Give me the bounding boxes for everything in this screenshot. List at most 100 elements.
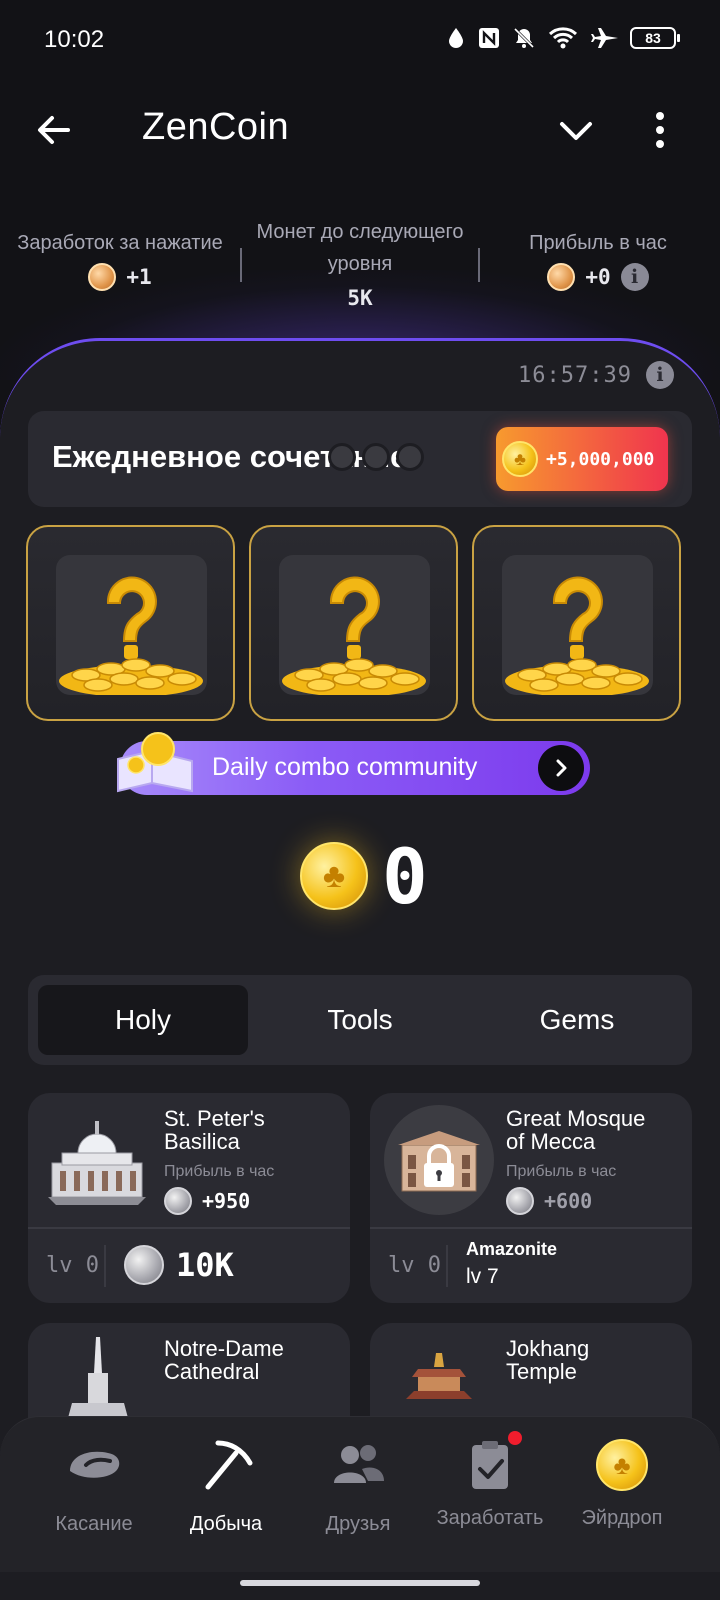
nav-label: Эйрдроп <box>581 1507 663 1529</box>
next-level-label: Монет до следующего <box>256 221 464 243</box>
requirement-name: Amazonite <box>466 1239 558 1259</box>
item-profit-value: +950 <box>202 1189 251 1213</box>
nav-label: Добыча <box>189 1513 263 1535</box>
question-coins-icon <box>505 576 649 695</box>
hourly-profit-stat: Прибыль в час +0 i <box>478 232 718 291</box>
nav-item-earn[interactable]: Заработать <box>424 1431 556 1530</box>
mystery-card[interactable] <box>26 525 235 721</box>
nav-item-tap[interactable]: Касание <box>28 1435 160 1536</box>
combo-timer: 16:57:39 <box>518 362 632 388</box>
divider <box>104 1245 106 1287</box>
divider <box>446 1245 448 1287</box>
info-icon[interactable]: i <box>646 361 674 389</box>
coin-icon <box>88 263 117 291</box>
gold-coin-icon: ♣ <box>596 1439 648 1491</box>
next-level-value: 5K <box>347 286 373 310</box>
nav-label: Заработать <box>436 1507 544 1529</box>
item-name: Notre-Dame Cathedral <box>164 1336 284 1384</box>
airplane-icon <box>591 28 618 48</box>
home-indicator[interactable] <box>240 1580 480 1586</box>
item-profit: +600 <box>506 1187 592 1215</box>
data-saver-icon <box>449 28 463 48</box>
nav-item-mine[interactable]: Добыча <box>160 1435 292 1536</box>
wifi-icon <box>548 27 578 49</box>
combo-progress-dots <box>328 443 424 471</box>
tab-holy[interactable]: Holy <box>38 985 248 1055</box>
item-name: Great Mosque of Mecca <box>506 1106 646 1154</box>
mystery-card[interactable] <box>249 525 458 721</box>
mystery-card-image <box>502 555 653 695</box>
gold-coin-icon: ♣ <box>502 441 538 477</box>
status-bar: 10:02 83 <box>0 0 720 80</box>
item-name: Jokhang Temple <box>506 1336 590 1384</box>
mystery-card[interactable] <box>472 525 681 721</box>
more-options-icon[interactable] <box>652 110 668 150</box>
tap-icon <box>70 1451 120 1478</box>
hourly-profit-value: +0 <box>585 265 611 289</box>
tap-earnings-value: +1 <box>126 265 152 289</box>
item-name: St. Peter's Basilica <box>164 1106 265 1154</box>
daily-combo-bar: Ежедневное сочетание ♣ +5,000,000 <box>28 411 692 507</box>
silver-coin-icon <box>164 1187 192 1215</box>
mystery-card-image <box>56 555 207 695</box>
daily-combo-community-button[interactable]: Daily combo community <box>117 732 590 795</box>
item-profit-label: Прибыль в час <box>164 1163 275 1180</box>
tab-tools[interactable]: Tools <box>255 985 465 1055</box>
item-level: lv 0 <box>46 1253 99 1278</box>
status-icons: 83 <box>446 26 680 50</box>
bottom-nav: Касание Добыча Друзья Заработать ♣ Эйрдр… <box>0 1416 720 1572</box>
coin-icon <box>547 263 576 291</box>
nav-item-airdrop[interactable]: ♣ Эйрдроп <box>556 1435 688 1530</box>
info-icon[interactable]: i <box>620 263 649 291</box>
next-level-label-2: уровня <box>327 253 393 275</box>
next-level-stat: Монет до следующего уровня 5K <box>240 216 480 314</box>
stats-row: Заработок за нажатие +1 Монет до следующ… <box>0 210 720 330</box>
item-level: lv 0 <box>388 1253 441 1278</box>
battery-icon: 83 <box>630 27 680 49</box>
item-price-value: 10K <box>176 1246 234 1284</box>
question-coins-icon <box>59 576 203 695</box>
back-button[interactable] <box>34 110 74 150</box>
upgrade-card-great-mosque[interactable]: Great Mosque of Mecca Прибыль в час +600 … <box>370 1093 692 1303</box>
friends-icon <box>334 1445 384 1483</box>
status-time: 10:02 <box>44 26 105 53</box>
pickaxe-icon <box>205 1440 253 1490</box>
main-panel: 16:57:39 i Ежедневное сочетание ♣ +5,000… <box>0 338 720 1600</box>
requirement-level: lv 7 <box>466 1265 499 1288</box>
combo-reward-value: +5,000,000 <box>546 448 655 470</box>
combo-dot <box>362 443 390 471</box>
tab-gems[interactable]: Gems <box>472 985 682 1055</box>
nfc-icon <box>479 28 499 48</box>
hourly-profit-label: Прибыль в час <box>529 232 667 254</box>
item-profit-label: Прибыль в час <box>506 1163 617 1180</box>
silver-coin-icon <box>124 1245 164 1285</box>
book-coin-icon <box>117 732 193 793</box>
category-tabs: Holy Tools Gems <box>28 975 692 1065</box>
tasks-icon <box>460 1431 522 1495</box>
nav-label: Друзья <box>325 1513 391 1535</box>
combo-dot <box>396 443 424 471</box>
combo-dot <box>328 443 356 471</box>
balance: ♣ 0 <box>300 826 428 926</box>
chevron-down-icon[interactable] <box>556 114 596 146</box>
mystery-cards <box>26 525 694 721</box>
item-profit: +950 <box>164 1187 250 1215</box>
question-coins-icon <box>282 576 426 695</box>
gold-coin-icon: ♣ <box>300 842 368 910</box>
community-button-label: Daily combo community <box>212 753 478 781</box>
app-header: ZenCoin <box>0 90 720 170</box>
balance-value: 0 <box>382 831 428 921</box>
upgrade-card-st-peters[interactable]: St. Peter's Basilica Прибыль в час +950 l… <box>28 1093 350 1303</box>
nav-item-friends[interactable]: Друзья <box>292 1435 424 1536</box>
item-profit-value: +600 <box>544 1189 593 1213</box>
mystery-card-image <box>279 555 430 695</box>
nav-label: Касание <box>55 1513 133 1535</box>
item-price: 10K <box>124 1245 234 1285</box>
divider <box>370 1227 692 1229</box>
timer-row: 16:57:39 i <box>518 361 674 389</box>
mute-icon <box>513 27 535 49</box>
notification-badge <box>508 1431 522 1445</box>
divider <box>28 1227 350 1229</box>
tap-earnings-stat: Заработок за нажатие +1 <box>0 232 240 291</box>
mosque-locked-image <box>384 1105 494 1215</box>
